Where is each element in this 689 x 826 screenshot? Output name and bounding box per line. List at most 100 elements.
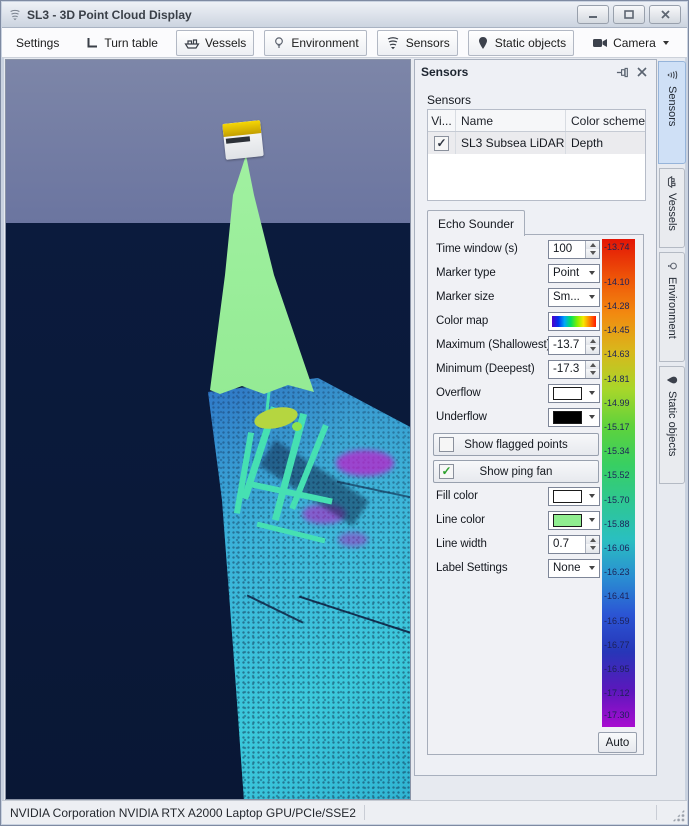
spin-up-icon[interactable]: [586, 337, 599, 346]
field-label: Minimum (Deepest): [436, 363, 548, 375]
button-label: Show ping fan: [480, 466, 553, 478]
color-swatch: [553, 514, 582, 527]
select-value: Point: [549, 267, 587, 279]
maximize-button[interactable]: [613, 5, 645, 24]
minimum-deepest-spinbox[interactable]: -17.3: [548, 360, 600, 379]
chevron-down-icon: [589, 494, 595, 498]
toolbar-button-settings[interactable]: Settings: [8, 30, 67, 56]
line-color-picker[interactable]: [548, 511, 600, 530]
spin-down-icon[interactable]: [586, 249, 599, 258]
sensor-band: [226, 136, 250, 143]
scale-label: -14.10: [604, 277, 635, 287]
tab-echo-sounder[interactable]: Echo Sounder: [427, 210, 525, 236]
sensors-panel-header: Sensors: [415, 60, 656, 84]
auto-button[interactable]: Auto: [598, 732, 637, 753]
side-tab-label: Environment: [666, 277, 678, 339]
panel-pin-button[interactable]: [614, 64, 630, 80]
spin-up-icon[interactable]: [586, 241, 599, 250]
sensor-top-cap: [222, 120, 261, 137]
scale-label: -17.30: [604, 710, 635, 720]
chevron-down-icon: [589, 391, 595, 395]
visible-checkbox[interactable]: ✓: [434, 136, 449, 151]
marker-type-select[interactable]: Point: [548, 264, 600, 283]
point-cloud-viewport[interactable]: [5, 59, 411, 800]
color-map-picker[interactable]: [548, 312, 600, 331]
side-tab-vessels[interactable]: Vessels: [659, 168, 685, 248]
show-flagged-points-checkbox[interactable]: ✓: [439, 437, 454, 452]
show-ping-fan-checkbox[interactable]: ✓: [439, 464, 454, 479]
overflow-color-picker[interactable]: [548, 384, 600, 403]
minimize-button[interactable]: [577, 5, 609, 24]
toolbar-label: Sensors: [406, 36, 450, 50]
maximize-icon: [624, 10, 634, 19]
column-header-color-scheme[interactable]: Color scheme: [566, 110, 645, 131]
scale-label: -16.06: [604, 543, 635, 553]
field-row: Line width 0.7: [430, 532, 602, 556]
window-title: SL3 - 3D Point Cloud Display: [27, 8, 573, 22]
sensors-section-label: Sensors: [427, 93, 471, 107]
close-icon: [637, 67, 647, 77]
colormap-swatch: [552, 316, 596, 327]
spin-down-icon[interactable]: [586, 345, 599, 354]
marker-size-select[interactable]: Sm...: [548, 288, 600, 307]
scale-label: -16.59: [604, 616, 635, 626]
field-row: Time window (s) 100: [430, 237, 602, 261]
toolbar-button-camera[interactable]: Camera: [584, 30, 677, 56]
spin-up-icon[interactable]: [586, 536, 599, 545]
spin-value: 100: [549, 243, 585, 255]
spin-buttons[interactable]: [585, 241, 599, 258]
table-row[interactable]: ✓ SL3 Subsea LiDAR Depth: [428, 132, 645, 154]
color-scale-gradient: [602, 239, 635, 727]
column-header-visible[interactable]: Vi...: [428, 110, 456, 131]
spin-buttons[interactable]: [585, 337, 599, 354]
spin-buttons[interactable]: [585, 361, 599, 378]
toolbar-button-turn-table[interactable]: Turn table: [77, 30, 166, 56]
spin-buttons[interactable]: [585, 536, 599, 553]
maximum-shallowest-spinbox[interactable]: -13.7: [548, 336, 600, 355]
toolbar: Settings Turn table Vessels Environment: [2, 28, 687, 58]
spin-down-icon[interactable]: [586, 544, 599, 553]
sonar-icon: [666, 69, 678, 82]
lightbulb-icon: [272, 36, 286, 50]
close-icon: [661, 10, 670, 19]
field-label: Maximum (Shallowest): [436, 339, 548, 351]
side-tab-sensors[interactable]: Sensors: [658, 61, 686, 164]
close-button[interactable]: [649, 5, 681, 24]
chevron-down-icon: [589, 271, 595, 275]
side-tab-environment[interactable]: Environment: [659, 252, 685, 362]
field-row: Underflow: [430, 405, 602, 429]
panel-close-button[interactable]: [634, 64, 650, 80]
chevron-down-icon: [663, 41, 669, 45]
field-row: Line color: [430, 508, 602, 532]
select-value: Sm...: [549, 291, 587, 303]
underflow-color-picker[interactable]: [548, 408, 600, 427]
toolbar-button-environment[interactable]: Environment: [264, 30, 366, 56]
spin-up-icon[interactable]: [586, 361, 599, 370]
toolbar-button-vessels[interactable]: Vessels: [176, 30, 254, 56]
field-row: Overflow: [430, 381, 602, 405]
resize-grip[interactable]: [672, 809, 685, 822]
camera-icon: [592, 37, 608, 49]
toolbar-button-static-objects[interactable]: Static objects: [468, 30, 574, 56]
side-tab-static-objects[interactable]: Static objects: [659, 366, 685, 484]
spin-value: -13.7: [549, 339, 585, 351]
line-width-spinbox[interactable]: 0.7: [548, 535, 600, 554]
status-separator: [364, 805, 365, 820]
toolbar-button-sensors[interactable]: Sensors: [377, 30, 458, 56]
toolbar-label: Environment: [291, 36, 358, 50]
field-row: Color map: [430, 309, 602, 333]
spin-down-icon[interactable]: [586, 369, 599, 378]
color-scheme-cell: Depth: [566, 132, 645, 154]
time-window-spinbox[interactable]: 100: [548, 240, 600, 259]
show-ping-fan-button[interactable]: ✓ Show ping fan: [433, 460, 599, 483]
sensors-table: Vi... Name Color scheme ✓ SL3 Subsea LiD…: [427, 109, 646, 201]
fill-color-picker[interactable]: [548, 487, 600, 506]
scale-label: -15.52: [604, 470, 635, 480]
chevron-down-icon: [589, 566, 595, 570]
scale-label: -14.99: [604, 398, 635, 408]
field-row: Fill color: [430, 484, 602, 508]
column-header-name[interactable]: Name: [456, 110, 566, 131]
show-flagged-points-button[interactable]: ✓ Show flagged points: [433, 433, 599, 456]
spin-value: -17.3: [549, 363, 585, 375]
label-settings-select[interactable]: None: [548, 559, 600, 578]
